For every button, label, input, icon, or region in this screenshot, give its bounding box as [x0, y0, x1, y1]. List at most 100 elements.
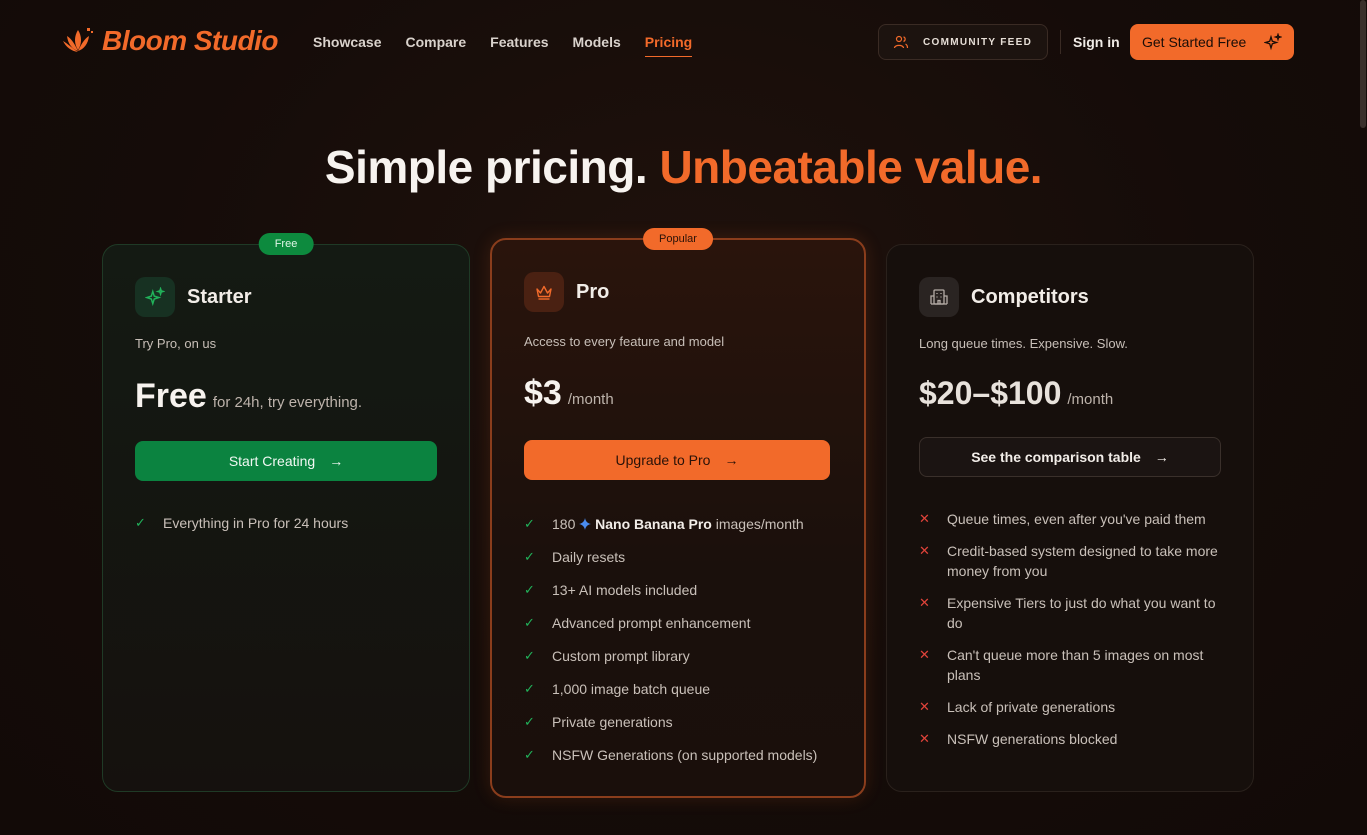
feature-item: ✕ NSFW generations blocked	[919, 729, 1219, 749]
plan-name: Pro	[576, 280, 610, 303]
arrow-right-icon: →	[1154, 449, 1169, 465]
x-icon: ✕	[919, 595, 930, 610]
plan-price: $20–$100	[919, 375, 1062, 411]
nav-divider	[1060, 30, 1061, 54]
check-icon: ✓	[524, 615, 535, 630]
nav-link-showcase[interactable]: Showcase	[313, 34, 381, 50]
get-started-button[interactable]: Get Started Free	[1130, 24, 1294, 60]
feature-item: ✓ 1,000 image batch queue	[524, 679, 817, 699]
feature-item: ✕ Expensive Tiers to just do what you wa…	[919, 593, 1219, 633]
x-icon: ✕	[919, 731, 930, 746]
plan-icon-box	[524, 272, 564, 312]
feature-text: Can't queue more than 5 images on most p…	[947, 647, 1204, 683]
check-icon: ✓	[524, 681, 535, 696]
feature-item: ✓ 180 Nano Banana Pro images/month	[524, 514, 817, 534]
feature-text: 180 Nano Banana Pro images/month	[552, 514, 804, 534]
page-title: Simple pricing. Unbeatable value.	[0, 140, 1367, 194]
model-name: Nano Banana Pro	[595, 516, 712, 532]
top-nav: Bloom Studio Showcase Compare Features M…	[0, 0, 1367, 84]
feature-item: ✓ Custom prompt library	[524, 646, 817, 666]
comparison-table-label: See the comparison table	[971, 449, 1141, 465]
scrollbar[interactable]	[1359, 0, 1367, 835]
feature-text: Daily resets	[552, 549, 626, 565]
feature-text: Credit-based system designed to take mor…	[947, 543, 1218, 579]
plan-name: Starter	[187, 285, 252, 308]
plan-card-competitors: Competitors Long queue times. Expensive.…	[886, 244, 1254, 792]
nav-link-models[interactable]: Models	[573, 34, 621, 50]
x-icon: ✕	[919, 543, 930, 558]
feature-text: 13+ AI models included	[552, 582, 698, 598]
feature-item: ✓ Private generations	[524, 712, 817, 732]
check-icon: ✓	[135, 515, 146, 530]
card-header: Starter	[135, 277, 251, 317]
x-icon: ✕	[919, 699, 930, 714]
gemini-icon	[579, 518, 592, 530]
feature-item: ✓ 13+ AI models included	[524, 580, 817, 600]
nav-link-compare[interactable]: Compare	[405, 34, 466, 50]
nav-link-features[interactable]: Features	[490, 34, 548, 50]
community-feed-button[interactable]: COMMUNITY FEED	[878, 24, 1048, 60]
crown-icon	[536, 285, 552, 300]
feature-text: Queue times, even after you've paid them	[947, 511, 1206, 527]
feature-list: ✓ Everything in Pro for 24 hours	[135, 513, 348, 533]
x-icon: ✕	[919, 647, 930, 662]
plan-name: Competitors	[971, 285, 1089, 308]
title-accent: Unbeatable value.	[659, 141, 1043, 193]
plan-price: $3	[524, 374, 562, 412]
title-main: Simple pricing.	[324, 141, 648, 193]
community-feed-label: COMMUNITY FEED	[923, 36, 1033, 48]
feature-item: ✓ NSFW Generations (on supported models)	[524, 745, 817, 765]
feature-list: ✓ 180 Nano Banana Pro images/month ✓ Dai…	[524, 514, 817, 765]
sparkles-icon	[145, 287, 165, 307]
brand-logo[interactable]: Bloom Studio	[62, 25, 278, 57]
card-header: Competitors	[919, 277, 1089, 317]
plan-subtitle: Access to every feature and model	[524, 334, 725, 349]
users-icon	[893, 35, 909, 49]
start-creating-label: Start Creating	[228, 453, 316, 469]
check-icon: ✓	[524, 549, 535, 564]
feature-count: 180	[552, 516, 576, 532]
feature-text: Custom prompt library	[552, 648, 690, 664]
lotus-icon	[63, 28, 93, 52]
price-row: Free for 24h, try everything.	[135, 377, 362, 416]
feature-text: Everything in Pro for 24 hours	[163, 515, 349, 531]
feature-item: ✓ Daily resets	[524, 547, 817, 567]
arrow-right-icon: →	[724, 452, 739, 468]
plan-icon-box	[135, 277, 175, 317]
sparkles-icon	[1264, 33, 1283, 51]
scrollbar-thumb[interactable]	[1360, 0, 1366, 128]
start-creating-button[interactable]: Start Creating →	[135, 441, 437, 481]
plan-subtitle: Try Pro, on us	[135, 336, 217, 351]
popular-badge: Popular	[643, 228, 713, 250]
feature-text: Private generations	[552, 714, 673, 730]
feature-item: ✓ Advanced prompt enhancement	[524, 613, 817, 633]
feature-text: NSFW Generations (on supported models)	[552, 747, 818, 763]
plan-price-note: for 24h, try everything.	[212, 394, 363, 411]
nav-links: Showcase Compare Features Models Pricing	[313, 34, 693, 57]
x-icon: ✕	[919, 511, 930, 526]
feature-suffix: images/month	[715, 516, 804, 532]
upgrade-to-pro-button[interactable]: Upgrade to Pro →	[524, 440, 830, 480]
check-icon: ✓	[524, 714, 535, 729]
check-icon: ✓	[524, 747, 535, 762]
plan-subtitle: Long queue times. Expensive. Slow.	[919, 336, 1128, 351]
feature-text: Expensive Tiers to just do what you want…	[947, 595, 1216, 631]
feature-text: Advanced prompt enhancement	[552, 615, 751, 631]
plan-price: Free	[135, 377, 207, 415]
free-badge: Free	[258, 233, 314, 255]
feature-item: ✕ Queue times, even after you've paid th…	[919, 509, 1219, 529]
feature-text: 1,000 image batch queue	[552, 681, 711, 697]
plan-card-pro: Popular Pro Access to every feature and …	[490, 228, 866, 798]
sign-in-link[interactable]: Sign in	[1073, 34, 1120, 50]
arrow-right-icon: →	[329, 453, 344, 469]
upgrade-label: Upgrade to Pro	[615, 452, 711, 468]
plan-price-note: /month	[567, 391, 614, 408]
check-icon: ✓	[524, 516, 535, 531]
brand-name: Bloom Studio	[102, 25, 278, 56]
comparison-table-button[interactable]: See the comparison table →	[919, 437, 1221, 477]
nav-link-pricing[interactable]: Pricing	[644, 34, 693, 57]
price-row: $20–$100 /month	[919, 375, 1113, 412]
feature-text: Lack of private generations	[947, 699, 1116, 715]
feature-item: ✕ Credit-based system designed to take m…	[919, 541, 1219, 581]
feature-text: NSFW generations blocked	[947, 731, 1118, 747]
